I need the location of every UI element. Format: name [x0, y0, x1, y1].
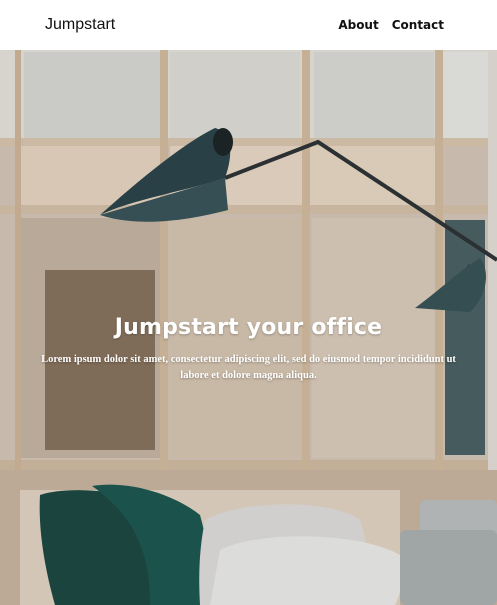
navbar: Jumpstart About Contact — [0, 0, 497, 50]
hero-subtitle: Lorem ipsum dolor sit amet, consectetur … — [41, 354, 456, 381]
nav-link-contact[interactable]: Contact — [392, 18, 444, 32]
nav-links: About Contact — [338, 18, 444, 32]
hero-section: Jumpstart your office Lorem ipsum dolor … — [0, 50, 497, 605]
hero-content: Jumpstart your office Lorem ipsum dolor … — [0, 315, 497, 384]
nav-link-about[interactable]: About — [338, 18, 378, 32]
hero-title: Jumpstart your office — [114, 315, 383, 340]
brand-logo[interactable]: Jumpstart — [45, 16, 115, 34]
